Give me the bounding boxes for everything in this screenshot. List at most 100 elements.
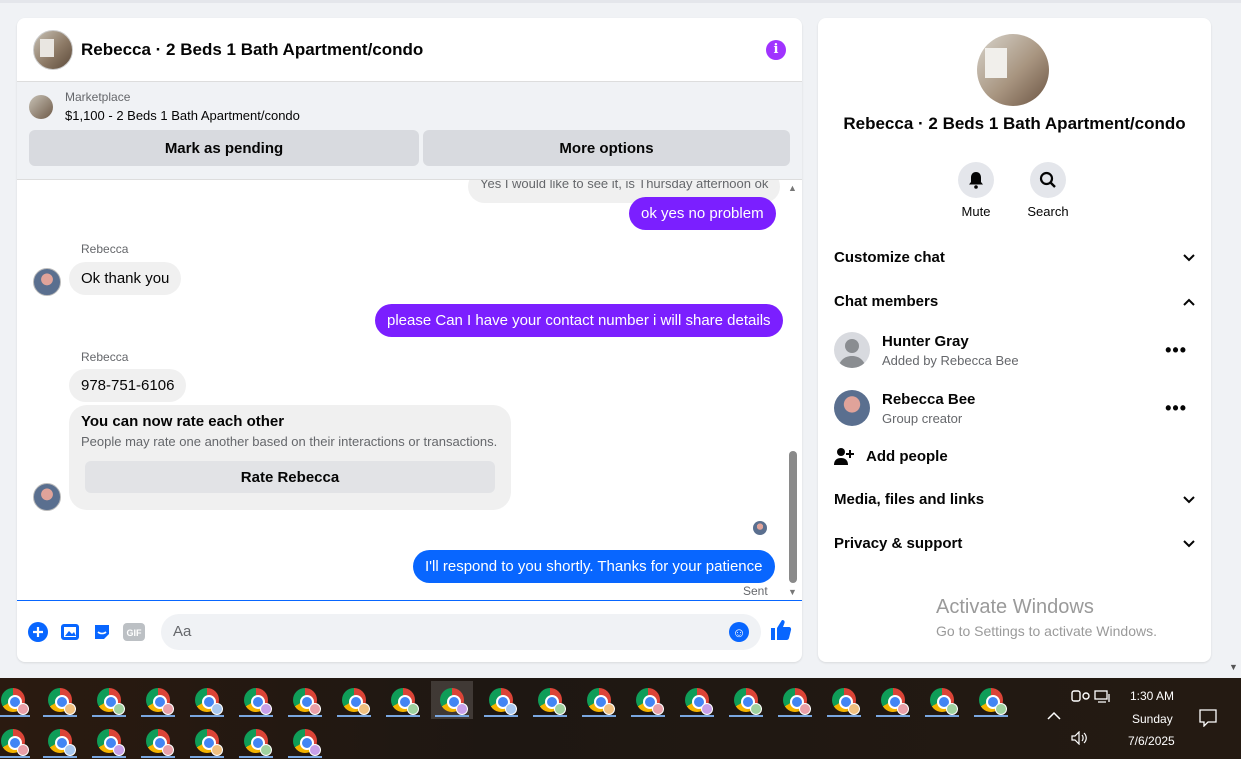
message-input[interactable]	[161, 613, 761, 650]
taskbar-browser-window[interactable]	[137, 681, 179, 719]
chrome-icon	[97, 688, 125, 715]
meet-now-icon[interactable]	[1066, 688, 1092, 707]
message-bubble-outgoing[interactable]: I'll respond to you shortly. Thanks for …	[413, 550, 775, 583]
clock-time[interactable]: 1:30 AM	[1130, 689, 1174, 703]
gif-icon[interactable]: GIF	[121, 619, 147, 645]
taskbar-browser-window[interactable]	[382, 681, 424, 719]
mute-button[interactable]: Mute	[946, 162, 1006, 219]
mark-pending-button[interactable]: Mark as pending	[29, 130, 419, 166]
message-list: Yes I would like to see it, is Thursday …	[17, 180, 802, 600]
listing-title[interactable]: $1,100 - 2 Beds 1 Bath Apartment/condo	[65, 108, 300, 123]
taskbar-browser-window[interactable]	[333, 681, 375, 719]
taskbar-browser-window[interactable]	[0, 681, 34, 719]
chrome-icon	[146, 688, 174, 715]
scrollbar[interactable]: ▲ ▼	[788, 180, 798, 600]
page-scroll-down-arrow[interactable]: ▼	[1229, 662, 1238, 672]
chevron-up-icon[interactable]	[1046, 710, 1062, 724]
thumbs-up-icon[interactable]	[769, 618, 793, 648]
taskbar-browser-window[interactable]	[872, 681, 914, 719]
info-icon[interactable]: i	[766, 39, 786, 60]
avatar[interactable]	[33, 268, 61, 296]
notification-icon[interactable]	[1199, 709, 1217, 730]
chrome-icon	[440, 688, 468, 715]
chat-members-label: Chat members	[834, 293, 939, 310]
media-section[interactable]: Media, files and links	[834, 491, 1195, 508]
add-people-button[interactable]: Add people	[834, 446, 1195, 466]
taskbar-browser-window[interactable]	[186, 722, 228, 759]
taskbar-browser-window[interactable]	[39, 722, 81, 759]
avatar[interactable]	[834, 390, 870, 426]
chrome-icon	[244, 729, 272, 756]
chat-members-section[interactable]: Chat members	[834, 293, 1195, 310]
avatar[interactable]	[834, 332, 870, 368]
chrome-icon	[293, 729, 321, 756]
member-name: Rebecca Bee	[882, 390, 976, 408]
taskbar-browser-window[interactable]	[284, 722, 326, 759]
chat-photo[interactable]	[977, 34, 1049, 106]
taskbar-browser-window[interactable]	[529, 681, 571, 719]
search-icon[interactable]	[1030, 162, 1066, 198]
plus-icon[interactable]	[25, 619, 51, 645]
taskbar-browser-window[interactable]	[823, 681, 865, 719]
taskbar-browser-window[interactable]	[431, 681, 473, 719]
taskbar-browser-window[interactable]	[0, 722, 34, 759]
chrome-icon	[244, 688, 272, 715]
chrome-icon	[979, 688, 1007, 715]
taskbar-browser-window[interactable]	[235, 681, 277, 719]
chat-title[interactable]: Rebecca · 2 Beds 1 Bath Apartment/condo	[81, 40, 766, 60]
svg-text:GIF: GIF	[127, 628, 143, 638]
rate-button[interactable]: Rate Rebecca	[85, 461, 495, 493]
member-row[interactable]: Hunter Gray Added by Rebecca Bee •••	[834, 332, 1195, 368]
taskbar-browser-window[interactable]	[137, 722, 179, 759]
network-icon[interactable]	[1094, 690, 1112, 707]
clock-day[interactable]: Sunday	[1132, 712, 1173, 726]
taskbar-browser-window[interactable]	[970, 681, 1012, 719]
member-row[interactable]: Rebecca Bee Group creator •••	[834, 390, 1195, 426]
chrome-icon	[48, 729, 76, 756]
image-icon[interactable]	[57, 619, 83, 645]
top-strip	[0, 0, 1241, 3]
member-subtitle: Group creator	[882, 410, 963, 426]
chat-avatar[interactable]	[33, 29, 73, 70]
taskbar-browser-window[interactable]	[676, 681, 718, 719]
taskbar-browser-window[interactable]	[284, 681, 326, 719]
chrome-icon	[783, 688, 811, 715]
taskbar-browser-window[interactable]	[627, 681, 669, 719]
clock-date[interactable]: 7/6/2025	[1128, 734, 1175, 748]
avatar[interactable]	[33, 483, 61, 511]
chrome-icon	[881, 688, 909, 715]
customize-chat-section[interactable]: Customize chat	[834, 249, 1195, 266]
message-bubble-incoming[interactable]: 978-751-6106	[69, 369, 187, 402]
taskbar-browser-window[interactable]	[186, 681, 228, 719]
taskbar-browser-window[interactable]	[88, 722, 130, 759]
privacy-section[interactable]: Privacy & support	[834, 535, 1195, 552]
taskbar-browser-window[interactable]	[88, 681, 130, 719]
emoji-icon[interactable]: ☺	[729, 622, 749, 642]
more-options-icon[interactable]: •••	[1165, 340, 1187, 361]
scroll-thumb[interactable]	[789, 451, 797, 583]
taskbar-browser-window[interactable]	[921, 681, 963, 719]
taskbar-browser-window[interactable]	[39, 681, 81, 719]
taskbar-browser-window[interactable]	[480, 681, 522, 719]
chevron-up-icon	[1183, 298, 1195, 306]
search-button[interactable]: Search	[1018, 162, 1078, 219]
message-bubble-incoming[interactable]: Ok thank you	[69, 262, 182, 295]
chevron-down-icon	[1183, 495, 1195, 503]
listing-thumbnail[interactable]	[29, 94, 53, 119]
bell-icon[interactable]	[958, 162, 994, 198]
message-bubble-outgoing[interactable]: please Can I have your contact number i …	[375, 304, 783, 337]
more-options-button[interactable]: More options	[423, 130, 790, 166]
taskbar-browser-window[interactable]	[235, 722, 277, 759]
sticker-icon[interactable]	[89, 619, 115, 645]
taskbar-browser-window[interactable]	[774, 681, 816, 719]
volume-icon[interactable]	[1070, 730, 1088, 748]
add-person-icon	[834, 448, 854, 465]
chevron-down-icon	[1183, 253, 1195, 261]
chrome-icon	[195, 688, 223, 715]
message-bubble-outgoing[interactable]: ok yes no problem	[629, 197, 776, 230]
more-options-icon[interactable]: •••	[1165, 398, 1187, 419]
taskbar-browser-window[interactable]	[725, 681, 767, 719]
taskbar-browser-window[interactable]	[578, 681, 620, 719]
scroll-up-arrow[interactable]: ▲	[788, 183, 797, 193]
scroll-down-arrow[interactable]: ▼	[788, 587, 797, 597]
